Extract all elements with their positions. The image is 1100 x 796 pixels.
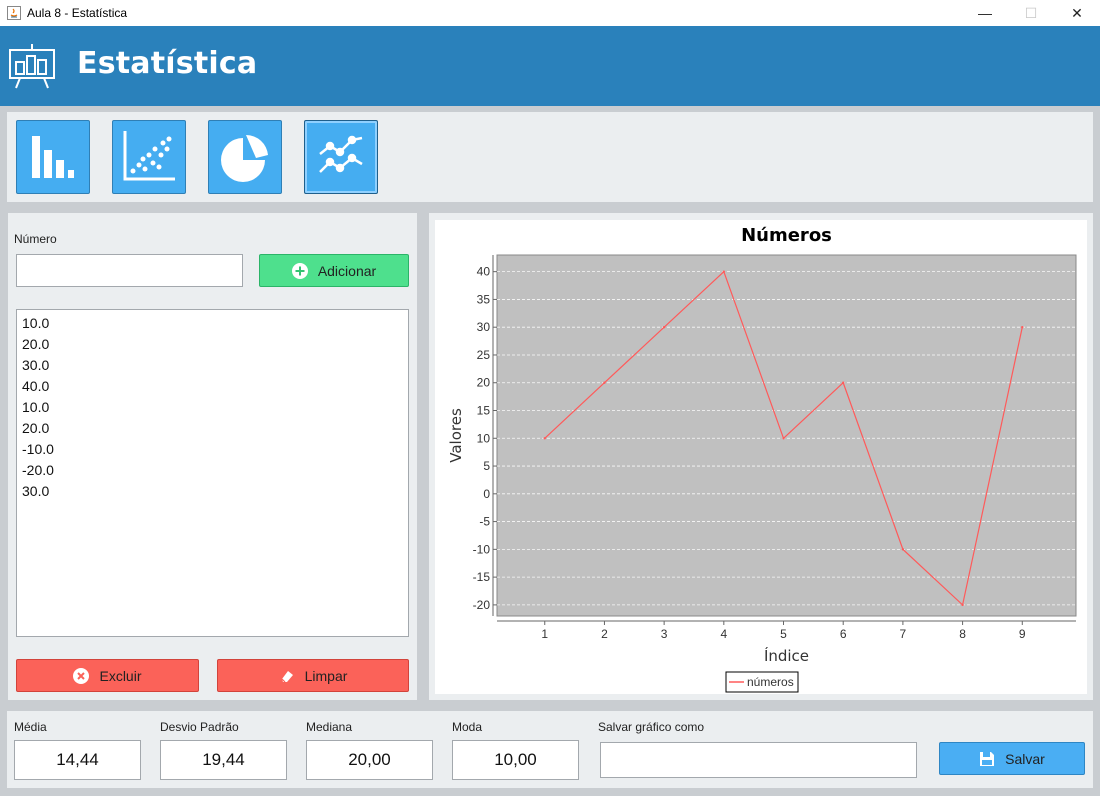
chart-panel: Números -20 -15 -10 -5 0 5 10 15 20 25 30 35 40 1 2 3 4 5 6… (429, 213, 1093, 700)
scatter-plot-icon (123, 131, 175, 181)
clear-button[interactable]: Limpar (217, 659, 409, 692)
presentation-board-icon (9, 44, 55, 89)
add-button[interactable]: Adicionar (259, 254, 409, 287)
y-tick-label: 20 (477, 376, 491, 390)
close-circle-icon (73, 667, 90, 684)
y-tick-label: 35 (477, 292, 491, 306)
data-point (1021, 326, 1024, 329)
window-title: Aula 8 - Estatística (27, 6, 128, 20)
legend-label: números (747, 675, 794, 689)
data-point (842, 381, 845, 384)
list-item[interactable]: 20.0 (22, 418, 403, 439)
line-chart: Números -20 -15 -10 -5 0 5 10 15 20 25 30 35 40 1 2 3 4 5 6… (447, 225, 1077, 693)
clear-button-label: Limpar (304, 667, 348, 684)
add-button-label: Adicionar (317, 262, 377, 279)
page-title: Estatística (77, 46, 258, 81)
y-tick-label: -15 (473, 570, 491, 584)
list-item[interactable]: -20.0 (22, 460, 403, 481)
y-tick-label: 40 (477, 265, 491, 279)
mediana-value: 20,00 (306, 740, 433, 780)
x-axis-label: Índice (764, 646, 809, 665)
list-item[interactable]: -10.0 (22, 439, 403, 460)
media-label: Média (14, 720, 47, 734)
eraser-icon (281, 670, 293, 682)
list-item[interactable]: 30.0 (22, 355, 403, 376)
y-tick-label: 0 (483, 487, 490, 501)
media-value: 14,44 (14, 740, 141, 780)
numero-label: Número (14, 232, 57, 246)
x-tick-label: 3 (661, 627, 668, 641)
x-tick-label: 8 (959, 627, 966, 641)
x-tick-label: 4 (720, 627, 727, 641)
scatter-chart-button[interactable] (112, 120, 186, 194)
y-tick-label: 5 (483, 459, 490, 473)
pie-chart-icon (221, 134, 268, 182)
y-tick-label: 30 (477, 320, 491, 334)
salvar-como-label: Salvar gráfico como (598, 720, 705, 734)
minimize-button[interactable]: — (962, 0, 1008, 26)
save-button-label: Salvar (1005, 750, 1045, 767)
save-filename-input[interactable] (600, 742, 917, 778)
delete-button[interactable]: Excluir (16, 659, 199, 692)
java-app-icon (7, 6, 21, 20)
window-titlebar: Aula 8 - Estatística — ☐ ✕ (0, 0, 1100, 26)
line-chart-button[interactable] (304, 120, 378, 194)
maximize-button[interactable]: ☐ (1008, 0, 1054, 26)
delete-button-label: Excluir (99, 667, 142, 684)
pie-chart-button[interactable] (208, 120, 282, 194)
y-tick-label: -20 (473, 598, 491, 612)
plus-circle-icon (291, 262, 308, 279)
x-tick-label: 2 (601, 627, 608, 641)
floppy-disk-icon (980, 751, 995, 766)
list-item[interactable]: 20.0 (22, 334, 403, 355)
close-button[interactable]: ✕ (1054, 0, 1100, 26)
desvio-label: Desvio Padrão (160, 720, 239, 734)
bar-chart-button[interactable] (16, 120, 90, 194)
chart-container: Números -20 -15 -10 -5 0 5 10 15 20 25 30 35 40 1 2 3 4 5 6… (435, 220, 1087, 694)
moda-value: 10,00 (452, 740, 579, 780)
numbers-list[interactable]: 10.0 20.0 30.0 40.0 10.0 20.0 -10.0 -20.0 30.0 (16, 309, 409, 637)
desvio-value: 19,44 (160, 740, 287, 780)
list-item[interactable]: 30.0 (22, 481, 403, 502)
save-button[interactable]: Salvar (939, 742, 1085, 775)
numero-input[interactable] (16, 254, 243, 287)
data-point (901, 548, 905, 551)
data-point (603, 381, 606, 384)
moda-label: Moda (452, 720, 483, 734)
y-axis-label: Valores (447, 408, 465, 463)
chart-title: Números (741, 225, 832, 246)
x-tick-label: 1 (541, 627, 548, 641)
y-tick-label: -10 (473, 542, 491, 556)
list-item[interactable]: 10.0 (22, 397, 403, 418)
input-panel: Número Adicionar 10.0 20.0 30.0 40.0 10.0 20.… (8, 213, 417, 700)
y-tick-label: -5 (479, 515, 490, 529)
x-tick-label: 9 (1019, 627, 1026, 641)
data-point (782, 437, 785, 440)
bar-chart-icon (32, 136, 74, 178)
y-tick-label: 10 (477, 431, 491, 445)
data-point (662, 326, 666, 329)
data-point (722, 270, 726, 273)
list-item[interactable]: 10.0 (22, 313, 403, 334)
x-tick-label: 7 (900, 627, 907, 641)
x-tick-label: 6 (840, 627, 847, 641)
x-tick-label: 5 (780, 627, 787, 641)
line-chart-icon (319, 135, 363, 173)
stats-panel: Média 14,44 Desvio Padrão 19,44 Mediana … (7, 711, 1093, 788)
app-header: Estatística (0, 26, 1100, 106)
y-tick-label: 15 (477, 404, 491, 418)
chart-type-toolbar (7, 112, 1093, 202)
data-point (543, 437, 546, 440)
mediana-label: Mediana (306, 720, 353, 734)
data-point (961, 603, 964, 607)
y-tick-label: 25 (477, 348, 491, 362)
list-item[interactable]: 40.0 (22, 376, 403, 397)
